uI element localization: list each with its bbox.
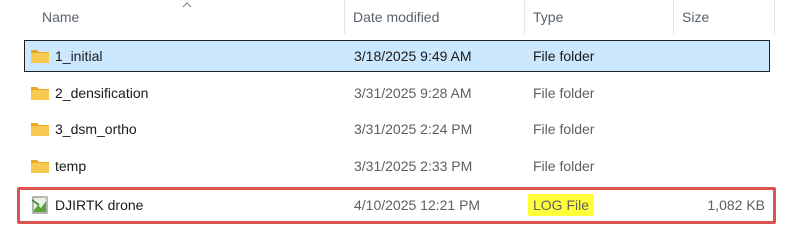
- file-name: 2_densification: [55, 85, 149, 101]
- folder-icon: [31, 50, 49, 63]
- file-row-1-initial[interactable]: 1_initial 3/18/2025 9:49 AM File folder: [24, 40, 770, 72]
- column-size[interactable]: Size: [682, 0, 772, 34]
- column-divider[interactable]: [774, 0, 775, 34]
- file-name: temp: [55, 158, 87, 174]
- file-name: 1_initial: [55, 48, 103, 64]
- file-type: File folder: [533, 85, 595, 101]
- file-row-temp[interactable]: temp 3/31/2025 2:33 PM File folder: [24, 150, 770, 182]
- file-row-2-densification[interactable]: 2_densification 3/31/2025 9:28 AM File f…: [24, 77, 770, 109]
- folder-icon: [31, 87, 49, 100]
- folder-icon: [31, 123, 49, 136]
- file-explorer-list: Name Date modified Type Size 1_initial 3…: [0, 0, 805, 226]
- column-divider[interactable]: [344, 0, 345, 34]
- file-type: File folder: [533, 158, 595, 174]
- date-modified: 3/18/2025 9:49 AM: [354, 48, 472, 64]
- file-type: File folder: [533, 121, 595, 137]
- column-divider[interactable]: [673, 0, 674, 34]
- folder-icon: [31, 160, 49, 173]
- file-row-3-dsm-ortho[interactable]: 3_dsm_ortho 3/31/2025 2:24 PM File folde…: [24, 113, 770, 145]
- file-type: File folder: [533, 48, 595, 64]
- column-divider[interactable]: [524, 0, 525, 34]
- column-header: Name Date modified Type Size: [0, 0, 805, 34]
- column-type[interactable]: Type: [533, 0, 673, 34]
- date-modified: 3/31/2025 2:24 PM: [354, 121, 473, 137]
- annotation-highlight-box: [17, 187, 776, 224]
- file-name: 3_dsm_ortho: [55, 121, 137, 137]
- column-date-modified[interactable]: Date modified: [353, 0, 523, 34]
- date-modified: 3/31/2025 2:33 PM: [354, 158, 473, 174]
- column-name[interactable]: Name: [42, 0, 342, 34]
- date-modified: 3/31/2025 9:28 AM: [354, 85, 472, 101]
